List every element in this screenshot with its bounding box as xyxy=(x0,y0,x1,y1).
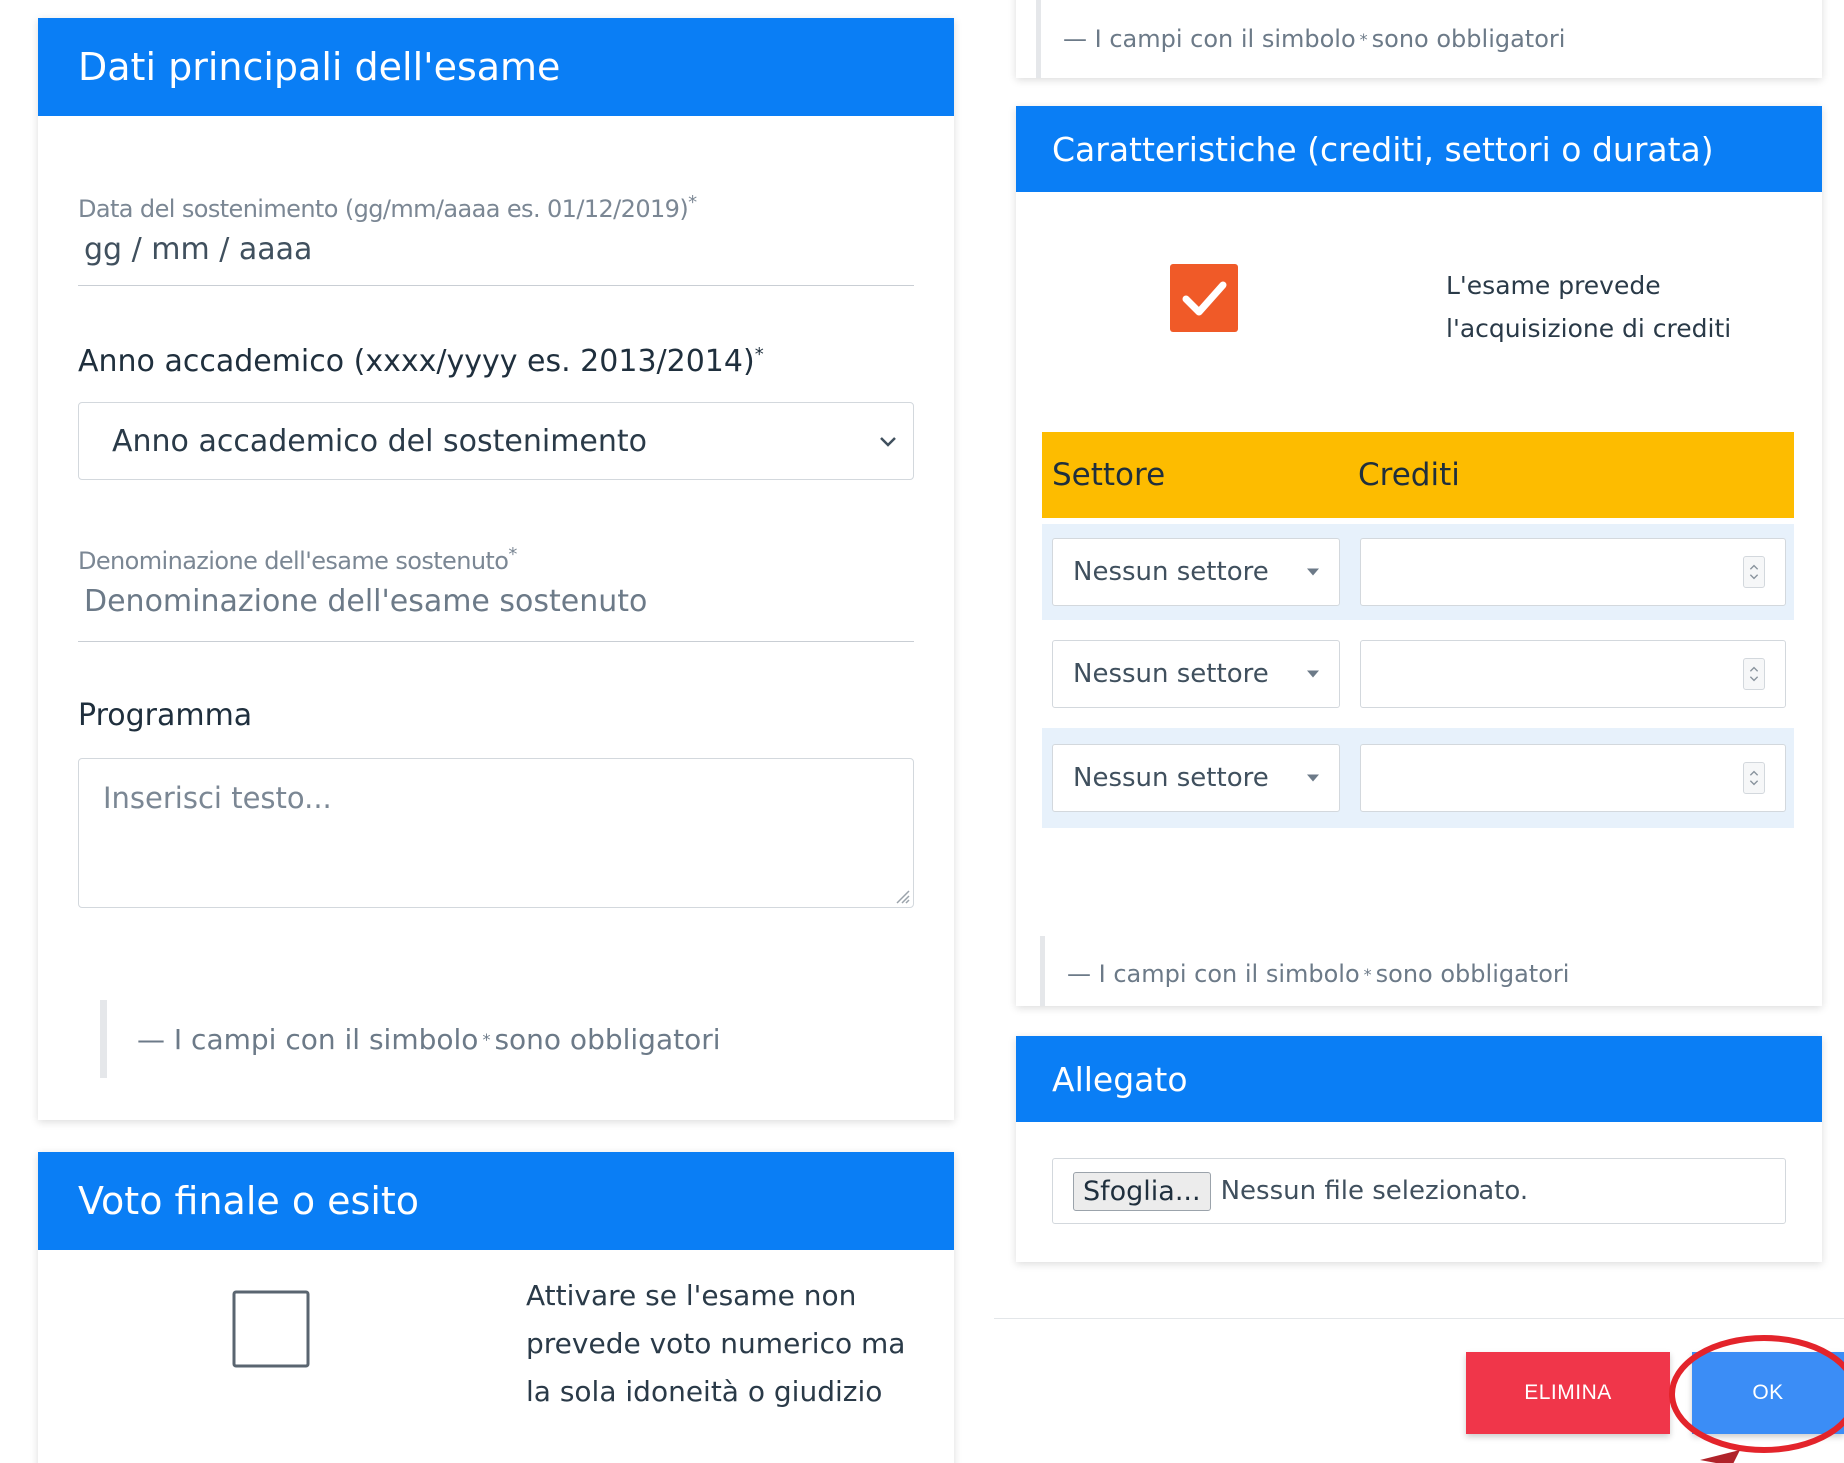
date-input[interactable]: gg / mm / aaaa xyxy=(78,232,914,286)
credits-input-2[interactable] xyxy=(1360,640,1786,708)
no-grade-checkbox-label: Attivare se l'esame non prevede voto num… xyxy=(526,1279,906,1408)
program-textarea[interactable]: Inserisci testo... xyxy=(78,758,914,908)
dropdown-triangle-icon xyxy=(1307,774,1319,782)
program-textarea-placeholder: Inserisci testo... xyxy=(103,781,332,815)
no-grade-checkbox[interactable] xyxy=(232,1290,310,1368)
exam-name-input[interactable]: Denominazione dell'esame sostenuto xyxy=(78,584,914,642)
sector-column-header: Settore xyxy=(1052,457,1166,493)
no-file-selected-text: Nessun file selezionato. xyxy=(1220,1176,1529,1206)
resize-grip-icon[interactable] xyxy=(892,886,910,904)
ok-button[interactable]: OK xyxy=(1692,1352,1844,1434)
grade-card-title-text: Voto finale o esito xyxy=(78,1179,420,1223)
credits-checkbox-label: L'esame prevede l'acquisizione di credit… xyxy=(1446,271,1732,343)
required-fields-note: — I campi con il simbolo * sono obbligat… xyxy=(100,1000,800,1078)
grade-card-title: Voto finale o esito xyxy=(38,1152,954,1250)
top-required-fields-note: — I campi con il simbolo * sono obbligat… xyxy=(1036,0,1636,78)
spinner-arrows-icon[interactable] xyxy=(1743,658,1765,690)
exam-name-label: Denominazione dell'esame sostenuto* xyxy=(78,544,517,575)
features-required-fields-note: — I campi con il simbolo * sono obbligat… xyxy=(1040,936,1640,1006)
credits-input-1[interactable] xyxy=(1360,538,1786,606)
features-card: Caratteristiche (crediti, settori o dura… xyxy=(1016,106,1822,1006)
features-card-title: Caratteristiche (crediti, settori o dura… xyxy=(1016,106,1822,192)
sector-select-1[interactable]: Nessun settore xyxy=(1052,538,1340,606)
academic-year-label: Anno accademico (xxxx/yyyy es. 2013/2014… xyxy=(78,344,764,379)
spinner-arrows-icon[interactable] xyxy=(1743,556,1765,588)
sector-select-3[interactable]: Nessun settore xyxy=(1052,744,1340,812)
browse-button[interactable]: Sfoglia... xyxy=(1073,1171,1211,1211)
delete-button[interactable]: ELIMINA xyxy=(1466,1352,1670,1434)
attachment-file-input[interactable]: Sfoglia... Nessun file selezionato. xyxy=(1052,1158,1786,1224)
top-note-card: — I campi con il simbolo * sono obbligat… xyxy=(1016,0,1822,78)
sector-credits-table-header: Settore Crediti xyxy=(1042,432,1794,518)
date-label: Data del sostenimento (gg/mm/aaaa es. 01… xyxy=(78,192,697,223)
credits-column-header: Crediti xyxy=(1358,457,1460,493)
sector-select-2[interactable]: Nessun settore xyxy=(1052,640,1340,708)
chevron-down-icon xyxy=(880,437,896,447)
program-label: Programma xyxy=(78,698,253,733)
main-exam-card: Dati principali dell'esame Data del sost… xyxy=(38,18,954,1120)
academic-year-select[interactable]: Anno accademico del sostenimento xyxy=(78,402,914,480)
dropdown-triangle-icon xyxy=(1307,670,1319,678)
main-exam-card-title: Dati principali dell'esame xyxy=(38,18,954,116)
attachment-card-title: Allegato xyxy=(1016,1036,1822,1122)
features-card-title-text: Caratteristiche (crediti, settori o dura… xyxy=(1052,129,1714,169)
spinner-arrows-icon[interactable] xyxy=(1743,762,1765,794)
actions-divider xyxy=(994,1318,1844,1319)
credits-checkbox[interactable] xyxy=(1170,264,1238,332)
main-exam-card-title-text: Dati principali dell'esame xyxy=(78,45,561,89)
dropdown-triangle-icon xyxy=(1307,568,1319,576)
academic-year-select-value: Anno accademico del sostenimento xyxy=(112,423,648,459)
grade-card: Voto finale o esito Attivare se l'esame … xyxy=(38,1152,954,1463)
attachment-card-title-text: Allegato xyxy=(1052,1059,1188,1099)
credits-input-3[interactable] xyxy=(1360,744,1786,812)
date-input-placeholder: gg / mm / aaaa xyxy=(84,232,313,267)
exam-name-placeholder: Denominazione dell'esame sostenuto xyxy=(84,584,648,619)
attachment-card: Allegato Sfoglia... Nessun file selezion… xyxy=(1016,1036,1822,1262)
